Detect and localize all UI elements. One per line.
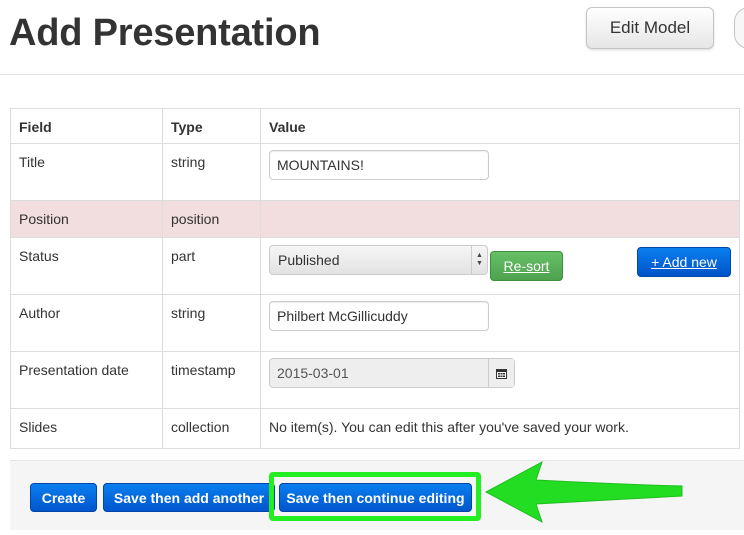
updown-arrows-icon: ▲ ▼ bbox=[471, 246, 487, 274]
field-value-cell: Published ▲ ▼ Re-sort + Add new bbox=[260, 237, 740, 295]
resort-button[interactable]: Re-sort bbox=[490, 251, 563, 281]
field-value-cell: Philbert McGillicuddy bbox=[260, 294, 740, 352]
create-button[interactable]: Create bbox=[30, 483, 97, 512]
field-name: Position bbox=[10, 200, 163, 238]
page-title: Add Presentation bbox=[9, 12, 321, 54]
field-type: position bbox=[162, 200, 261, 238]
title-input[interactable]: MOUNTAINS! bbox=[269, 150, 489, 180]
fields-table: Field Type Value Title string MOUNTAINS!… bbox=[10, 108, 740, 449]
overflow-button[interactable] bbox=[734, 7, 744, 49]
table-header-row: Field Type Value bbox=[10, 108, 740, 144]
field-type: collection bbox=[162, 408, 261, 449]
table-row: Title string MOUNTAINS! bbox=[10, 143, 740, 201]
field-type: timestamp bbox=[162, 351, 261, 409]
field-value-cell: 2015-03-01 bbox=[260, 351, 740, 409]
field-name: Title bbox=[10, 143, 163, 201]
author-input[interactable]: Philbert McGillicuddy bbox=[269, 301, 489, 331]
header-divider bbox=[0, 74, 744, 75]
column-header-type: Type bbox=[162, 108, 261, 144]
field-type: string bbox=[162, 294, 261, 352]
status-select[interactable]: Published ▲ ▼ bbox=[269, 245, 488, 275]
presentation-date-input[interactable]: 2015-03-01 bbox=[269, 358, 515, 388]
presentation-date-value: 2015-03-01 bbox=[277, 365, 349, 381]
table-row: Author string Philbert McGillicuddy bbox=[10, 294, 740, 352]
save-continue-editing-button[interactable]: Save then continue editing bbox=[279, 483, 472, 512]
table-row: Position position bbox=[10, 200, 740, 238]
field-value-cell: MOUNTAINS! bbox=[260, 143, 740, 201]
arrow-annotation-icon bbox=[484, 460, 683, 524]
column-header-field: Field bbox=[10, 108, 163, 144]
field-name: Presentation date bbox=[10, 351, 163, 409]
table-row: Slides collection No item(s). You can ed… bbox=[10, 408, 740, 449]
save-add-another-button[interactable]: Save then add another bbox=[103, 483, 275, 512]
table-row: Status part Published ▲ ▼ Re-sort + Add n… bbox=[10, 237, 740, 295]
field-type: string bbox=[162, 143, 261, 201]
field-name: Author bbox=[10, 294, 163, 352]
add-new-button[interactable]: + Add new bbox=[637, 247, 731, 277]
slides-empty-message: No item(s). You can edit this after you'… bbox=[260, 408, 740, 449]
field-name: Slides bbox=[10, 408, 163, 449]
field-type: part bbox=[162, 237, 261, 295]
column-header-value: Value bbox=[260, 108, 740, 144]
status-select-value: Published bbox=[278, 252, 340, 268]
calendar-icon[interactable] bbox=[488, 359, 514, 387]
field-name: Status bbox=[10, 237, 163, 295]
table-row: Presentation date timestamp 2015-03-01 bbox=[10, 351, 740, 409]
field-value-cell bbox=[260, 200, 740, 238]
edit-model-button[interactable]: Edit Model bbox=[586, 7, 714, 49]
